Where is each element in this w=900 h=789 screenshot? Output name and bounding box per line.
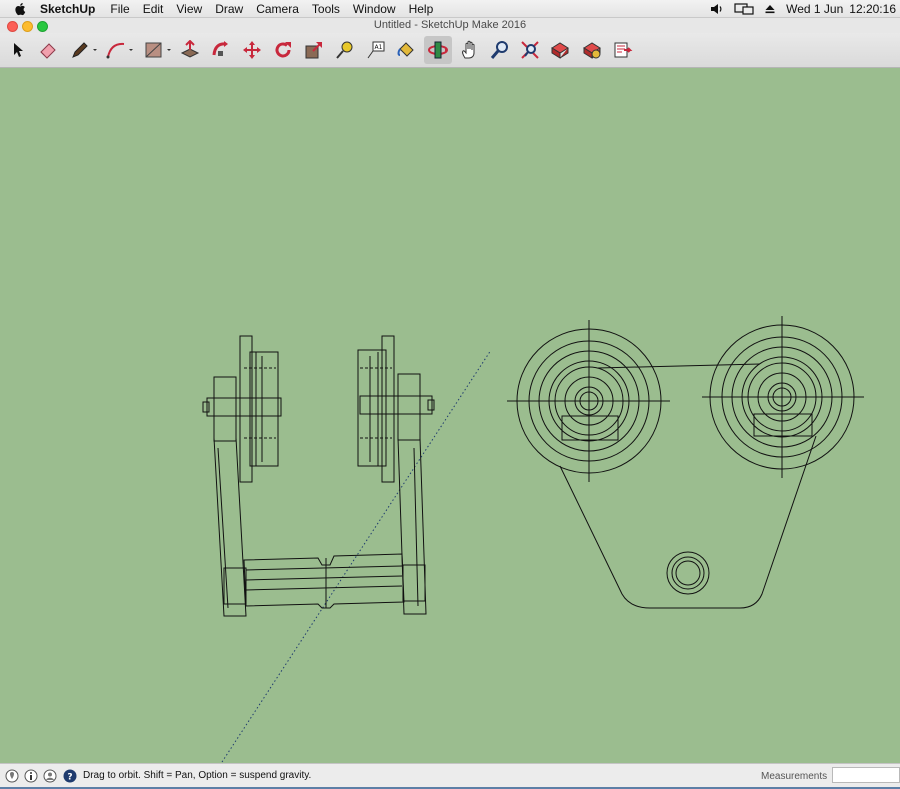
arc-tool-button[interactable]	[104, 38, 136, 62]
instructor-help-icon[interactable]: ?	[63, 769, 77, 783]
volume-icon[interactable]	[710, 3, 724, 15]
paint-bucket-icon	[397, 42, 414, 57]
eraser-tool-button[interactable]	[36, 38, 60, 62]
follow-me-icon	[212, 41, 228, 56]
eraser-icon	[40, 43, 56, 59]
menu-window[interactable]: Window	[353, 2, 396, 16]
paint-bucket-tool-button[interactable]	[394, 38, 418, 62]
orbit-tool-button[interactable]	[424, 36, 452, 64]
send-to-layout-button[interactable]	[611, 38, 635, 62]
3d-warehouse-button[interactable]	[548, 38, 572, 62]
text-tool-button[interactable]: A1	[364, 38, 388, 62]
large-tool-set-toolbar: A1	[0, 33, 900, 68]
side-view-assembly	[202, 335, 435, 617]
arrow-cursor-icon	[14, 43, 23, 57]
rectangle-icon	[145, 42, 171, 58]
rectangle-tool-button[interactable]	[142, 38, 174, 62]
eject-icon[interactable]	[764, 3, 776, 15]
zoom-tool-button[interactable]	[488, 38, 512, 62]
select-tool-button[interactable]	[6, 38, 30, 62]
extension-warehouse-button[interactable]	[580, 38, 604, 62]
measurements-input[interactable]	[832, 767, 900, 783]
menu-bar: SketchUp File Edit View Draw Camera Tool…	[0, 0, 900, 18]
user-account-icon[interactable]	[43, 769, 57, 783]
rotate-icon	[275, 42, 291, 58]
menu-view[interactable]: View	[176, 2, 202, 16]
drawing-area[interactable]	[0, 68, 900, 763]
menu-date[interactable]: Wed 1 Jun	[786, 2, 843, 16]
orbit-icon	[428, 41, 448, 59]
screen-mirroring-icon[interactable]	[734, 2, 754, 15]
zoom-extents-tool-button[interactable]	[518, 38, 542, 62]
tape-measure-tool-button[interactable]	[333, 38, 357, 62]
hand-icon	[462, 40, 475, 59]
menu-draw[interactable]: Draw	[215, 2, 243, 16]
magnifier-icon	[490, 41, 508, 59]
push-pull-tool-button[interactable]	[178, 38, 202, 62]
menu-extras: Wed 1 Jun 12:20:16	[700, 0, 896, 17]
svg-text:A1: A1	[375, 44, 383, 51]
pencil-icon	[72, 42, 97, 58]
svg-text:?: ?	[67, 773, 72, 783]
zoom-extents-icon	[521, 41, 539, 59]
pan-tool-button[interactable]	[458, 38, 482, 62]
move-tool-button[interactable]	[240, 38, 264, 62]
front-view-assembly	[507, 316, 864, 609]
window-title: Untitled - SketchUp Make 2016	[373, 19, 527, 31]
model-wireframe	[202, 316, 864, 763]
menu-file[interactable]: File	[110, 2, 129, 16]
layout-icon	[614, 42, 633, 58]
move-icon	[243, 41, 261, 59]
menu-time[interactable]: 12:20:16	[849, 2, 896, 16]
status-hint: Drag to orbit. Shift = Pan, Option = sus…	[83, 770, 312, 781]
menu-app-name[interactable]: SketchUp	[40, 2, 95, 16]
text-label-icon: A1	[367, 41, 385, 59]
scale-icon	[305, 42, 322, 59]
menu-edit[interactable]: Edit	[143, 2, 164, 16]
apple-icon[interactable]	[14, 2, 28, 16]
extension-warehouse-icon	[583, 42, 601, 59]
geo-location-icon[interactable]	[5, 769, 19, 783]
menu-help[interactable]: Help	[409, 2, 434, 16]
tape-measure-icon	[336, 41, 353, 59]
follow-me-tool-button[interactable]	[209, 38, 233, 62]
window-title-bar[interactable]: Untitled - SketchUp Make 2016	[0, 18, 900, 33]
pencil-tool-button[interactable]	[68, 38, 100, 62]
warehouse-icon	[551, 42, 569, 59]
measurements-label: Measurements	[761, 771, 828, 782]
menu-camera[interactable]: Camera	[256, 2, 299, 16]
rotate-tool-button[interactable]	[271, 38, 295, 62]
credits-info-icon[interactable]	[24, 769, 38, 783]
status-bar: ? Drag to orbit. Shift = Pan, Option = s…	[0, 763, 900, 788]
arc-icon	[106, 42, 133, 59]
menu-tools[interactable]: Tools	[312, 2, 340, 16]
scale-tool-button[interactable]	[302, 38, 326, 62]
push-pull-icon	[180, 40, 200, 58]
